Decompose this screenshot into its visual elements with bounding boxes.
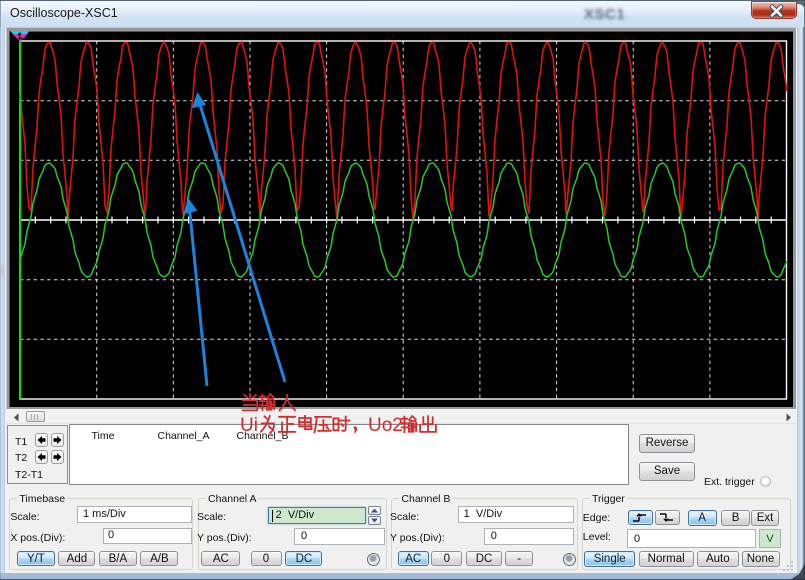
svg-text:Uo2: Uo2 <box>368 415 403 436</box>
svg-text:Ui: Ui <box>240 415 258 436</box>
